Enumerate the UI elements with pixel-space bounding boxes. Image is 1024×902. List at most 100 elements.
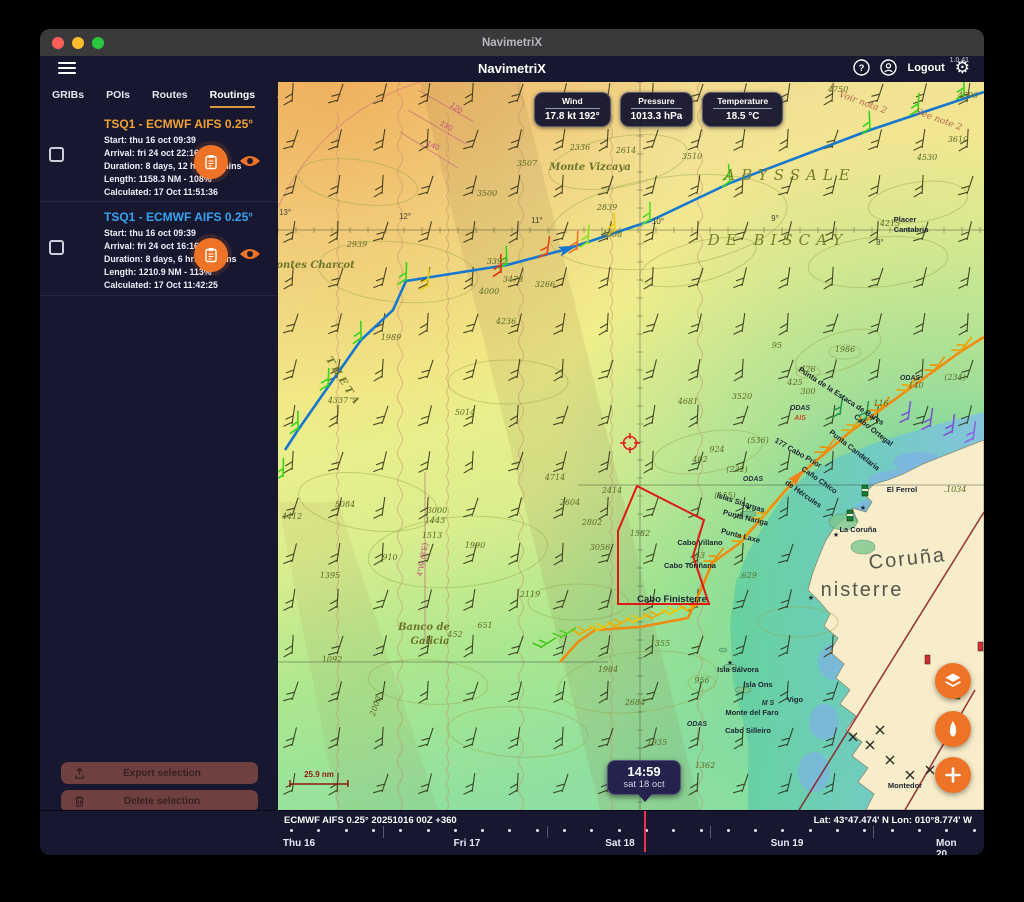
wind-badge-label: Wind <box>545 96 600 109</box>
map-label: 10° <box>652 217 664 226</box>
timeline-tick <box>427 829 430 832</box>
timeline-tick <box>836 829 839 832</box>
map-label: 1989 <box>381 333 401 342</box>
wind-badge[interactable]: Wind 17.8 kt 192° <box>534 92 611 127</box>
light-star-icon: ★ <box>833 531 839 539</box>
map-label: Isla Sálvora <box>717 665 760 674</box>
map-label: 1990 <box>465 541 485 550</box>
map-label: Isla Ons <box>743 680 772 689</box>
map-label: 8° <box>876 238 884 247</box>
timeline-day-label[interactable]: Fri 17 <box>454 838 481 849</box>
map-label: 402 <box>691 455 707 464</box>
timeline-tick <box>508 829 511 832</box>
map-label: 1582 <box>630 529 650 538</box>
routing-checkbox[interactable] <box>49 147 64 162</box>
svg-text:?: ? <box>859 63 865 74</box>
tab-routes[interactable]: Routes <box>152 86 188 108</box>
timeline-tick <box>672 829 675 832</box>
map-label: 5084 <box>335 500 355 509</box>
app-title: NavimetriX <box>40 61 984 76</box>
cursor-position-label: Lat: 43°47.474' N Lon: 010°8.774' W <box>814 815 972 826</box>
routing-detail: Arrival: fri 24 oct 16:16 <box>104 241 199 251</box>
map-label: 2939 <box>346 240 367 249</box>
timeline-tick <box>481 829 484 832</box>
logout-button[interactable]: Logout <box>907 62 944 74</box>
map-canvas[interactable]: ★★★★★47504590453036102336261435073500351… <box>278 82 984 810</box>
routing-detail: Start: thu 16 oct 09:39 <box>104 135 196 145</box>
tab-gribs[interactable]: GRIBs <box>52 86 84 108</box>
temperature-badge[interactable]: Temperature 18.5 °C <box>702 92 783 127</box>
map-label: 3056 <box>590 543 610 552</box>
map-label: 2336 <box>569 143 590 152</box>
routing-visibility-button[interactable] <box>239 246 261 262</box>
map-label: 4681 <box>677 397 698 406</box>
timeline-day-separator <box>873 826 874 838</box>
pressure-badge[interactable]: Pressure 1013.3 hPa <box>620 92 694 127</box>
eye-icon <box>239 153 261 169</box>
time-tooltip[interactable]: 14:59 sat 18 oct <box>607 760 681 795</box>
map-label: 2414 <box>601 486 622 495</box>
layers-button[interactable] <box>935 663 971 699</box>
routing-card[interactable]: TSQ1 - ECMWF AIFS 0.25°Start: thu 16 oct… <box>40 108 278 202</box>
settings-button[interactable]: ⚙ <box>955 59 970 76</box>
map-label: ODAS <box>900 375 921 382</box>
account-button[interactable] <box>880 59 897 76</box>
timeline-tick <box>973 829 976 832</box>
map-label: ODAS <box>790 405 811 412</box>
map-label: (232) <box>726 465 748 474</box>
routing-title: TSQ1 - ECMWF AIFS 0.25° <box>104 210 253 224</box>
timeline-day-label[interactable]: Thu 16 <box>283 838 315 849</box>
eye-icon <box>239 246 261 262</box>
map-label: 4008 <box>601 230 622 239</box>
routing-details-button[interactable] <box>194 145 228 179</box>
timeline-bar[interactable]: ECMWF AIFS 0.25° 20251016 00Z +360 Lat: … <box>40 810 984 855</box>
tab-routings[interactable]: Routings <box>210 86 256 108</box>
map-label: 2604 <box>559 498 580 507</box>
map-label: 3392 <box>487 257 507 266</box>
map-label: 3510 <box>682 152 702 161</box>
sidebar-tabs: GRIBsPOIsRoutesRoutingsAIS <box>40 82 278 108</box>
map-label: 1513 <box>422 531 442 540</box>
routing-card[interactable]: TSQ1 - ECMWF AIFS 0.25° Start: thu 16 oct… <box>40 202 278 296</box>
weather-badges: Wind 17.8 kt 192° Pressure 1013.3 hPa Te… <box>534 92 783 127</box>
titlebar: NavimetriX <box>40 29 984 56</box>
routing-checkbox[interactable] <box>49 240 64 255</box>
map-label: Placer <box>894 215 917 224</box>
timeline-tick <box>891 829 894 832</box>
map-label: 5014 <box>455 408 475 417</box>
timeline-day-separator <box>383 826 384 838</box>
timeline-day-label[interactable]: Sun 19 <box>771 838 804 849</box>
timeline-tick <box>809 829 812 832</box>
timeline-day-separator <box>547 826 548 838</box>
timeline-tick <box>590 829 593 832</box>
timeline-tick <box>563 829 566 832</box>
map-label: 1443 <box>425 516 445 525</box>
vessel-button[interactable] <box>935 711 971 747</box>
delete-selection-button[interactable]: Delete selection <box>61 790 258 812</box>
routing-detail: Start: thu 16 oct 09:39 <box>104 228 196 238</box>
map-label: 924 <box>709 445 724 454</box>
timeline-day-label[interactable]: Mon 20 <box>936 838 968 855</box>
map-label: 3000 <box>427 506 447 515</box>
map-label: 4412 <box>281 512 302 521</box>
wind-badge-value: 17.8 kt 192° <box>545 111 600 122</box>
layers-icon <box>943 671 963 691</box>
map-label: 300 <box>800 387 815 396</box>
timeline-day-label[interactable]: Sat 18 <box>605 838 634 849</box>
map-label: 9° <box>771 214 779 223</box>
timeline-cursor[interactable] <box>644 811 646 852</box>
routing-details-button[interactable] <box>194 238 228 272</box>
map-label: ABYSSALE <box>722 166 856 184</box>
add-button[interactable] <box>935 757 971 793</box>
clipboard-icon <box>203 154 219 170</box>
map-label: Vigo <box>787 695 804 704</box>
help-button[interactable]: ? <box>853 59 870 76</box>
export-selection-button[interactable]: Export selection <box>61 762 258 784</box>
delete-selection-label: Delete selection <box>86 796 238 807</box>
routing-visibility-button[interactable] <box>239 153 261 169</box>
tab-pois[interactable]: POIs <box>106 86 130 108</box>
model-run-label: ECMWF AIFS 0.25° 20251016 00Z +360 <box>284 815 457 826</box>
map-label: ODAS <box>743 476 764 483</box>
map-label: 13° <box>279 208 291 217</box>
map-label: 12° <box>399 212 411 221</box>
